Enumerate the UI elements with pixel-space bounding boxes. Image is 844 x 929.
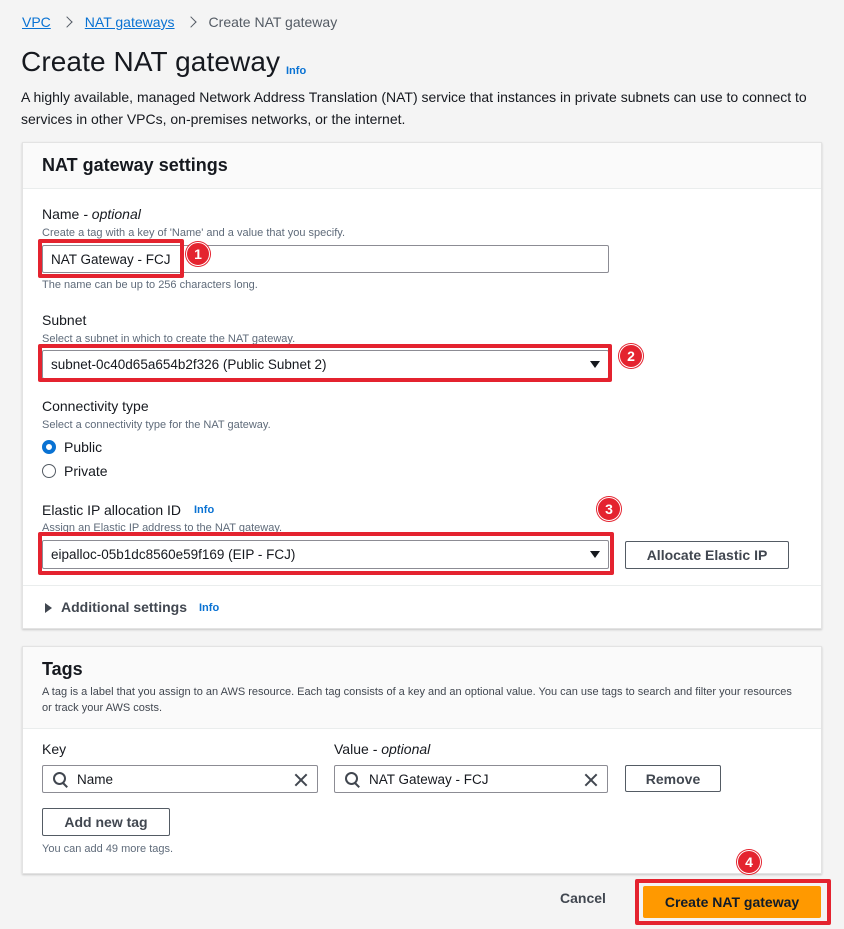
subnet-label: Subnet [42,312,87,328]
name-hint: Create a tag with a key of 'Name' and a … [42,227,345,239]
elastic-ip-info-link[interactable]: Info [194,504,214,516]
connectivity-public-option[interactable]: Public [42,439,102,455]
tag-value-input-value: NAT Gateway - FCJ [369,771,489,787]
name-input-value: NAT Gateway - FCJ [51,251,171,267]
tags-panel-title: Tags [42,659,83,679]
chevron-right-icon [184,16,197,28]
connectivity-private-label: Private [64,463,108,479]
search-icon [53,772,67,786]
caret-down-icon [590,361,600,368]
remove-tag-button[interactable]: Remove [625,765,721,792]
page-title: Create NAT gateway [21,46,281,77]
page-info-link[interactable]: Info [286,65,306,77]
tag-key-input[interactable]: Name [42,765,318,793]
tags-remaining-text: You can add 49 more tags. [42,843,174,855]
step-badge-2: 2 [619,344,643,368]
step-badge-4: 4 [737,850,761,874]
name-input[interactable]: NAT Gateway - FCJ [42,245,609,273]
radio-unselected-icon[interactable] [42,464,56,478]
name-optional-text: - optional [79,206,141,222]
connectivity-hint: Select a connectivity type for the NAT g… [42,419,271,431]
name-constraint: The name can be up to 256 characters lon… [42,279,258,291]
elastic-ip-select-value: eipalloc-05b1dc8560e59f169 (EIP - FCJ) [51,547,296,562]
elastic-ip-select[interactable]: eipalloc-05b1dc8560e59f169 (EIP - FCJ) [42,540,609,569]
cancel-button[interactable]: Cancel [560,890,606,906]
allocate-elastic-ip-button[interactable]: Allocate Elastic IP [625,541,789,569]
tag-value-optional-text: - optional [368,741,431,757]
close-icon[interactable] [583,772,599,788]
page-description: A highly available, managed Network Addr… [21,89,807,127]
nat-gateway-settings-panel: NAT gateway settings Name - optional Cre… [22,142,822,629]
breadcrumb-nat-gateways-link[interactable]: NAT gateways [85,14,175,30]
additional-settings-toggle[interactable]: Additional settings [61,599,187,615]
radio-selected-icon[interactable] [42,440,56,454]
subnet-hint: Select a subnet in which to create the N… [42,333,296,345]
elastic-ip-label: Elastic IP allocation ID [42,502,182,518]
subnet-select-value: subnet-0c40d65a654b2f326 (Public Subnet … [51,357,327,372]
breadcrumb-current: Create NAT gateway [208,14,338,30]
breadcrumb: VPC NAT gateways Create NAT gateway [22,14,337,30]
add-new-tag-button[interactable]: Add new tag [42,808,170,836]
step-badge-1: 1 [186,242,210,266]
connectivity-label: Connectivity type [42,398,149,414]
tags-description: A tag is a label that you assign to an A… [42,686,792,714]
subnet-select[interactable]: subnet-0c40d65a654b2f326 (Public Subnet … [42,350,609,379]
chevron-right-icon [61,16,73,28]
name-label: Name - optional [42,206,141,222]
additional-settings-info-link[interactable]: Info [199,602,219,614]
search-icon [345,772,359,786]
step-badge-3: 3 [597,497,621,521]
tag-value-input[interactable]: NAT Gateway - FCJ [334,765,608,793]
close-icon[interactable] [293,772,309,788]
tag-value-label-text: Value [334,741,369,757]
connectivity-private-option[interactable]: Private [42,463,108,479]
elastic-ip-hint: Assign an Elastic IP address to the NAT … [42,522,283,534]
caret-right-icon[interactable] [45,603,52,613]
breadcrumb-vpc-link[interactable]: VPC [22,14,51,30]
settings-panel-title: NAT gateway settings [42,155,228,175]
name-label-text: Name [42,206,80,222]
create-nat-gateway-button[interactable]: Create NAT gateway [643,886,821,918]
tags-panel: Tags A tag is a label that you assign to… [22,646,822,874]
tag-value-label: Value - optional [334,741,430,757]
connectivity-public-label: Public [64,439,103,455]
tag-key-input-value: Name [77,771,114,787]
tag-key-label: Key [42,741,67,757]
section-divider [23,585,821,586]
caret-down-icon [590,551,600,558]
